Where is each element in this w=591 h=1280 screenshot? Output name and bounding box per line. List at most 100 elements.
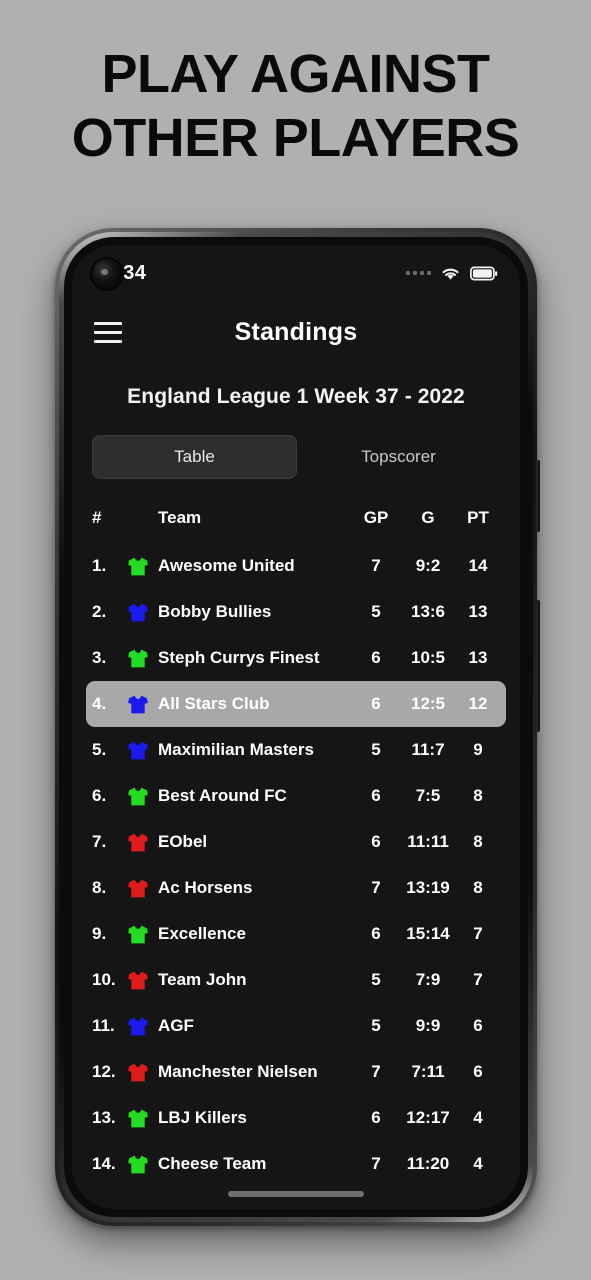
jersey-icon [128,971,148,989]
jersey-icon [128,833,148,851]
status-bar: 9.34 [72,245,520,301]
row-games-played: 5 [371,970,381,989]
tab-bar: Table Topscorer [72,435,520,479]
column-header-g: G [421,508,435,527]
row-rank: 6. [92,786,107,805]
jersey-icon [128,557,148,575]
row-goals: 11:11 [407,832,449,851]
row-points: 12 [468,694,488,713]
row-rank: 13. [92,1108,116,1127]
wifi-icon [440,265,461,281]
table-row[interactable]: 10. Team John 5 7:9 7 [86,957,506,1003]
row-rank: 5. [92,740,107,759]
row-team-name: Manchester Nielsen [158,1062,318,1081]
row-points: 13 [468,602,488,621]
promo-headline-line-1: PLAY AGAINST [101,44,490,104]
row-team-name: Cheese Team [158,1154,267,1173]
jersey-icon [128,879,148,897]
row-goals: 12:17 [406,1108,450,1127]
table-row[interactable]: 3. Steph Currys Finest 6 10:5 13 [86,635,506,681]
row-team-name: All Stars Club [158,694,270,713]
jersey-icon [128,1063,148,1081]
row-goals: 15:14 [406,924,450,943]
row-jersey [128,787,158,806]
table-row[interactable]: 1. Awesome United 7 9:2 14 [86,543,506,589]
jersey-icon [128,695,148,713]
jersey-icon [128,925,148,943]
table-row[interactable]: 12. Manchester Nielsen 7 7:11 6 [86,1049,506,1095]
row-jersey [128,925,158,944]
table-row[interactable]: 6. Best Around FC 6 7:5 8 [86,773,506,819]
row-games-played: 7 [371,556,381,575]
row-games-played: 6 [371,648,381,667]
row-goals: 7:9 [415,970,441,989]
row-goals: 7:11 [411,1062,445,1081]
column-header-pt: PT [467,508,489,527]
table-row[interactable]: 14. Cheese Team 7 11:20 4 [86,1141,506,1187]
row-team-name: Team John [158,970,247,989]
row-goals: 13:6 [410,602,446,621]
row-jersey [128,649,158,668]
row-team-name: Awesome United [158,556,295,575]
row-team-name: Ac Horsens [158,878,253,897]
table-header-row: # Team GP G PT [72,501,520,535]
row-games-played: 6 [371,786,381,805]
page-title: Standings [234,317,358,346]
jersey-icon [128,1017,148,1035]
row-rank: 4. [92,694,107,713]
row-games-played: 5 [371,1016,381,1035]
row-goals: 11:7 [411,740,445,759]
row-points: 6 [473,1016,483,1035]
signal-dots-icon [406,271,431,275]
row-rank: 14. [92,1154,116,1173]
row-points: 14 [468,556,488,575]
table-row[interactable]: 5. Maximilian Masters 5 11:7 9 [86,727,506,773]
punch-hole-camera-icon [92,259,122,289]
battery-full-icon [470,266,498,281]
jersey-icon [128,1109,148,1127]
row-points: 7 [473,970,483,989]
table-row[interactable]: 4. All Stars Club 6 12:5 12 [86,681,506,727]
table-row[interactable]: 11. AGF 5 9:9 6 [86,1003,506,1049]
row-rank: 3. [92,648,107,667]
row-jersey [128,1155,158,1174]
tab-table[interactable]: Table [92,435,297,479]
row-points: 4 [473,1108,483,1127]
column-header-team: Team [158,508,202,527]
row-points: 8 [473,878,483,897]
row-goals: 9:2 [415,556,441,575]
jersey-icon [128,603,148,621]
row-points: 8 [473,832,483,851]
home-indicator[interactable] [228,1191,364,1197]
row-rank: 2. [92,602,107,621]
row-goals: 7:5 [415,786,441,805]
row-rank: 1. [92,556,107,575]
row-goals: 10:5 [410,648,446,667]
phone-screen: 9.34 Standings England League 1 Week 37 … [72,245,520,1209]
row-team-name: Best Around FC [158,786,287,805]
jersey-icon [128,649,148,667]
tab-topscorer[interactable]: Topscorer [297,435,500,479]
row-rank: 12. [92,1062,116,1081]
row-team-name: LBJ Killers [158,1108,247,1127]
row-points: 9 [473,740,483,759]
row-goals: 13:19 [406,878,450,897]
table-row[interactable]: 8. Ac Horsens 7 13:19 8 [86,865,506,911]
table-row[interactable]: 7. EObel 6 11:11 8 [86,819,506,865]
column-header-gp: GP [363,508,389,527]
hamburger-menu-icon[interactable] [94,321,122,343]
table-row[interactable]: 13. LBJ Killers 6 12:17 4 [86,1095,506,1141]
row-rank: 11. [92,1016,115,1035]
power-button[interactable] [536,600,540,732]
volume-button[interactable] [536,460,540,532]
jersey-icon [128,1155,148,1173]
row-jersey [128,971,158,990]
table-row[interactable]: 2. Bobby Bullies 5 13:6 13 [86,589,506,635]
row-team-name: AGF [158,1016,194,1035]
league-subtitle: England League 1 Week 37 - 2022 [127,385,465,408]
table-row[interactable]: 9. Excellence 6 15:14 7 [86,911,506,957]
status-bar-icons [406,265,498,281]
row-points: 4 [473,1154,483,1173]
row-games-played: 7 [371,1062,381,1081]
row-jersey [128,695,158,714]
